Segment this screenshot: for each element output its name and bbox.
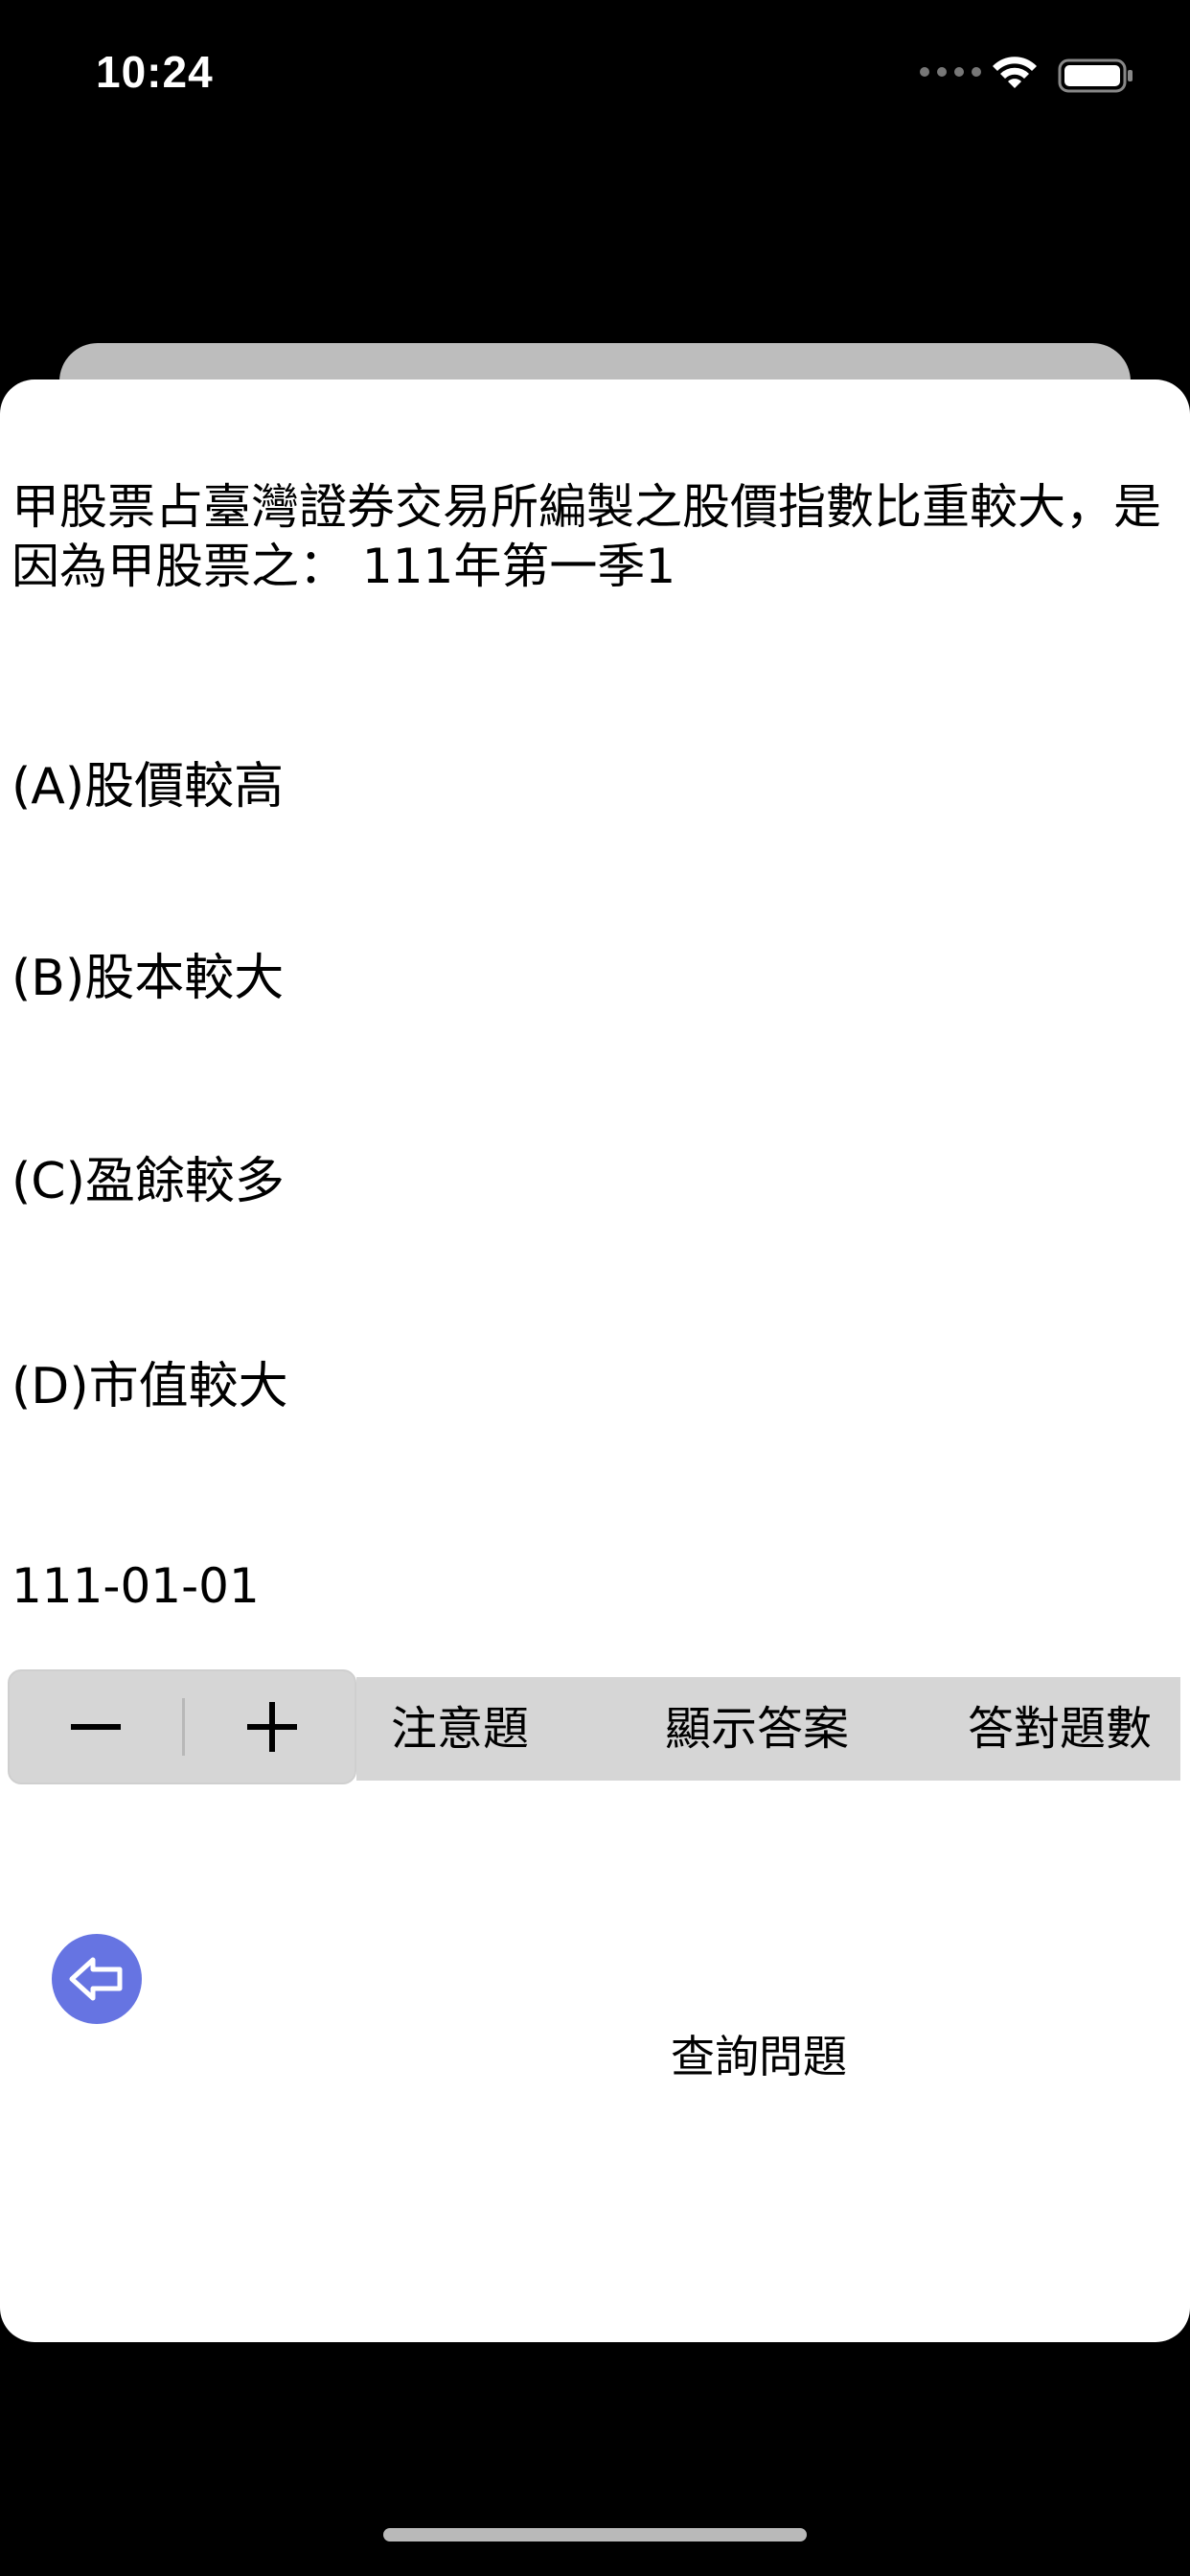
option-a[interactable]: (A)股價較高 bbox=[11, 757, 284, 816]
status-time: 10:24 bbox=[96, 47, 214, 97]
home-indicator bbox=[383, 2528, 807, 2542]
back-button[interactable] bbox=[52, 1934, 142, 2024]
plus-icon bbox=[247, 1702, 297, 1752]
stepper-divider bbox=[182, 1698, 185, 1756]
option-b[interactable]: (B)股本較大 bbox=[11, 949, 284, 1008]
battery-icon bbox=[1058, 58, 1133, 93]
question-sheet: 甲股票占臺灣證券交易所編製之股價指數比重較大，是因為甲股票之： 111年第一季1… bbox=[0, 380, 1190, 2342]
query-question-button[interactable]: 查詢問題 bbox=[671, 2030, 847, 2083]
show-answer-button[interactable]: 顯示答案 bbox=[665, 1677, 849, 1781]
question-stepper bbox=[8, 1669, 356, 1784]
stepper-increment-button[interactable] bbox=[186, 1671, 358, 1782]
minus-icon bbox=[71, 1724, 121, 1730]
option-d[interactable]: (D)市值較大 bbox=[11, 1357, 288, 1416]
arrow-left-icon bbox=[69, 1957, 123, 2001]
correct-count-button[interactable]: 答對題數 bbox=[968, 1677, 1152, 1781]
question-text: 甲股票占臺灣證券交易所編製之股價指數比重較大，是因為甲股票之： 111年第一季1 bbox=[11, 479, 1161, 594]
stepper-decrement-button[interactable] bbox=[10, 1671, 182, 1782]
mark-question-button[interactable]: 注意題 bbox=[391, 1677, 529, 1781]
action-toolbar: 注意題 顯示答案 答對題數 bbox=[356, 1677, 1180, 1781]
option-c[interactable]: (C)盈餘較多 bbox=[11, 1152, 285, 1211]
question-date: 111-01-01 bbox=[11, 1558, 260, 1614]
status-bar: 10:24 bbox=[0, 0, 1190, 134]
wifi-icon bbox=[993, 57, 1037, 88]
signal-icon bbox=[920, 67, 981, 77]
